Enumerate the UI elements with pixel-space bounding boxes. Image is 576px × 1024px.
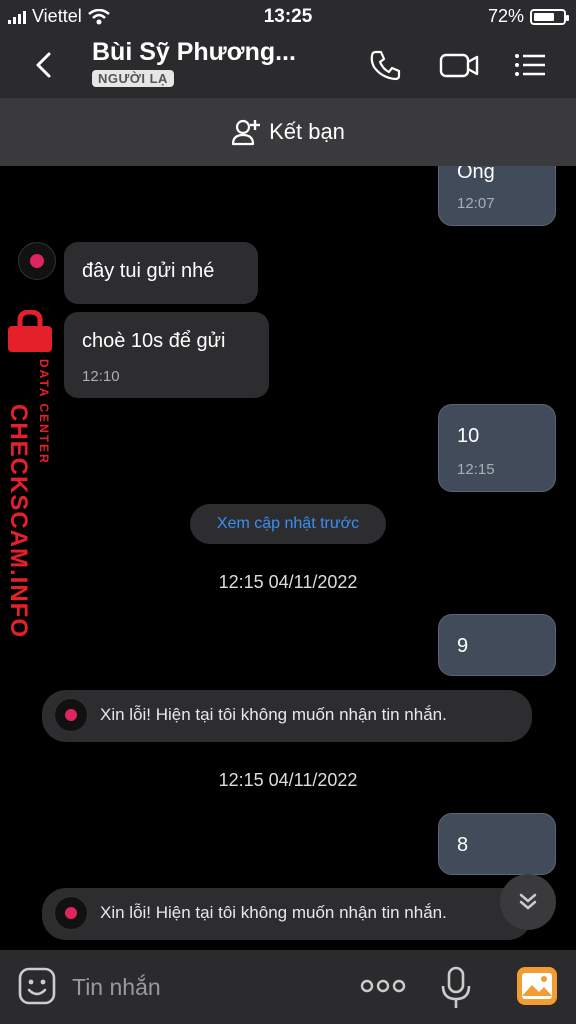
- message-bubble-incoming[interactable]: đây tui gửi nhé: [64, 242, 258, 304]
- avatar: [54, 896, 88, 930]
- more-icon[interactable]: [360, 978, 406, 994]
- back-icon[interactable]: [30, 50, 60, 80]
- battery-icon: [530, 8, 569, 25]
- message-bubble-incoming[interactable]: choè 10s để gửi 12:10: [64, 312, 269, 398]
- gallery-icon[interactable]: [516, 966, 558, 1006]
- watermark-text: CHECKSCAM.INFO: [5, 404, 32, 638]
- menu-icon[interactable]: [512, 48, 548, 82]
- message-text: Ông: [457, 166, 495, 183]
- message-bubble-outgoing[interactable]: 8: [438, 813, 556, 875]
- sticker-icon[interactable]: [18, 967, 56, 1005]
- stranger-badge: NGƯỜI LẠ: [92, 70, 174, 87]
- double-chevron-down-icon: [519, 893, 537, 910]
- system-message-text: Xin lỗi! Hiện tại tôi không muốn nhận ti…: [100, 705, 447, 724]
- battery-fill: [534, 12, 555, 21]
- chat-area[interactable]: Ông 12:07 đây tui gửi nhé choè 10s để gử…: [0, 166, 576, 950]
- message-text: 9: [457, 635, 469, 657]
- add-friend-button[interactable]: Kết bạn: [0, 98, 576, 166]
- date-divider: 12:15 04/11/2022: [218, 572, 358, 592]
- system-message-text: Xin lỗi! Hiện tại tôi không muốn nhận ti…: [100, 903, 447, 922]
- status-right: 72%: [487, 6, 569, 27]
- battery-percent: 72%: [487, 6, 524, 26]
- avatar[interactable]: [18, 242, 56, 280]
- message-text: choè 10s để gửi: [82, 330, 226, 352]
- message-input[interactable]: Tin nhắn: [72, 974, 161, 1001]
- add-user-icon: [231, 119, 261, 146]
- status-bar: Viettel 13:25 72%: [0, 0, 576, 34]
- add-friend-label: Kết bạn: [269, 119, 345, 144]
- avatar: [54, 698, 88, 732]
- microphone-icon[interactable]: [440, 966, 472, 1010]
- message-text: 8: [457, 834, 469, 856]
- system-message: Xin lỗi! Hiện tại tôi không muốn nhận ti…: [42, 690, 532, 742]
- message-text: 10: [457, 425, 480, 447]
- system-message: Xin lỗi! Hiện tại tôi không muốn nhận ti…: [42, 888, 532, 940]
- message-input-bar: Tin nhắn: [0, 950, 576, 1024]
- see-previous-button[interactable]: Xem cập nhật trước: [190, 504, 386, 544]
- message-text: đây tui gửi nhé: [82, 260, 215, 282]
- contact-name[interactable]: Bùi Sỹ Phương...: [92, 38, 296, 67]
- lock-watermark-icon: [8, 310, 52, 352]
- chat-header: Bùi Sỹ Phương... NGƯỜI LẠ: [0, 34, 576, 98]
- watermark-subtext: DATA CENTER: [37, 359, 51, 465]
- scroll-to-bottom-button[interactable]: [500, 874, 556, 930]
- message-time: 12:07: [457, 195, 495, 212]
- date-divider: 12:15 04/11/2022: [218, 770, 358, 790]
- message-bubble-outgoing[interactable]: 10 12:15: [438, 404, 556, 492]
- message-bubble-outgoing[interactable]: 9: [438, 614, 556, 676]
- message-bubble-outgoing[interactable]: Ông 12:07: [438, 166, 556, 226]
- message-time: 12:15: [457, 461, 495, 478]
- video-call-icon[interactable]: [438, 48, 480, 82]
- message-time: 12:10: [82, 368, 120, 385]
- phone-icon[interactable]: [368, 48, 404, 82]
- see-previous-label: Xem cập nhật trước: [216, 515, 360, 532]
